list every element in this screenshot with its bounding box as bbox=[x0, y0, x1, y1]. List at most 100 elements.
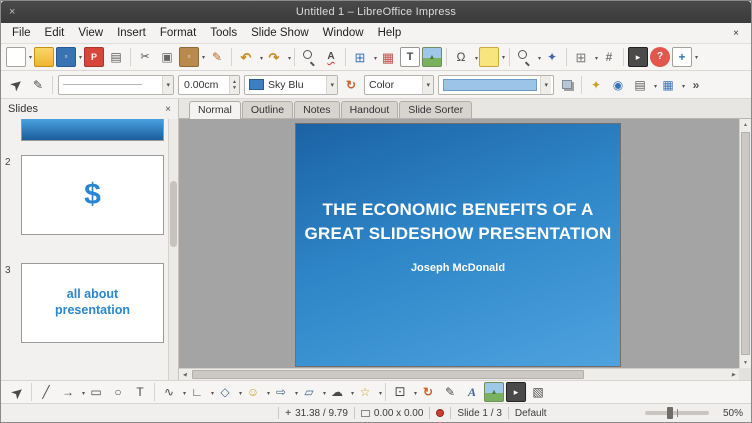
slide-thumbnail-image[interactable]: all about presentation bbox=[21, 263, 164, 343]
menu-help[interactable]: Help bbox=[371, 25, 409, 41]
save-icon[interactable]: ▫ bbox=[56, 47, 82, 67]
stars-icon[interactable]: ☆ bbox=[355, 382, 382, 402]
chart-icon[interactable]: ▦ bbox=[378, 47, 398, 67]
line-icon[interactable]: ╱ bbox=[36, 382, 56, 402]
horizontal-scrollbar[interactable] bbox=[179, 368, 739, 380]
scroll-up-icon[interactable] bbox=[740, 119, 751, 130]
slides-panel-close-icon[interactable]: × bbox=[165, 104, 171, 115]
document-close-icon[interactable]: × bbox=[725, 28, 747, 39]
table-icon[interactable]: ⊞ bbox=[350, 47, 377, 67]
line-style-select[interactable] bbox=[58, 74, 174, 95]
slide-thumbnail-image[interactable] bbox=[21, 119, 164, 141]
animation-effects-icon[interactable]: ✦ bbox=[586, 75, 606, 95]
arrow-icon[interactable]: → bbox=[58, 382, 85, 402]
callouts-icon[interactable]: ☁ bbox=[327, 382, 354, 402]
select-icon[interactable]: ➤ bbox=[7, 382, 27, 402]
slide-style[interactable]: Default bbox=[509, 408, 553, 419]
slide-subtitle[interactable]: Joseph McDonald bbox=[411, 262, 505, 274]
scroll-left-icon[interactable] bbox=[179, 369, 190, 380]
select2-icon[interactable]: ➤ bbox=[6, 75, 26, 95]
open-folder-icon[interactable] bbox=[34, 47, 54, 67]
clone-formatting-icon[interactable]: ✎ bbox=[207, 47, 227, 67]
object-size[interactable]: 0.00 x 0.00 bbox=[355, 408, 429, 419]
interaction-icon[interactable]: ◉ bbox=[608, 75, 628, 95]
find-replace-icon[interactable] bbox=[299, 47, 319, 67]
rectangle-icon[interactable]: ▭ bbox=[86, 382, 106, 402]
connector-icon[interactable]: ∟ bbox=[187, 382, 214, 402]
redo-icon[interactable]: ↷ bbox=[264, 47, 291, 67]
block-arrows-icon[interactable]: ⇨ bbox=[271, 382, 298, 402]
scrollbar-thumb[interactable] bbox=[741, 132, 750, 355]
menu-window[interactable]: Window bbox=[316, 25, 371, 41]
rotate2-icon[interactable]: ↻ bbox=[418, 382, 438, 402]
menu-view[interactable]: View bbox=[71, 25, 110, 41]
flowchart-icon[interactable]: ▱ bbox=[299, 382, 326, 402]
tab-normal[interactable]: Normal bbox=[189, 101, 241, 119]
area-style-select[interactable]: Color bbox=[364, 74, 434, 95]
menu-format[interactable]: Format bbox=[153, 25, 203, 41]
scrollbar-thumb[interactable] bbox=[170, 181, 177, 247]
spelling-icon[interactable]: A bbox=[321, 47, 341, 67]
slide-thumbnail-3[interactable]: 3 all about presentation bbox=[5, 263, 164, 343]
fontwork-icon[interactable]: A bbox=[462, 382, 482, 402]
edit-points2-icon[interactable]: ✎ bbox=[28, 75, 48, 95]
rotate-icon[interactable]: ↻ bbox=[341, 75, 361, 95]
text-icon[interactable]: T bbox=[130, 382, 150, 402]
line-color-select[interactable]: Sky Blu bbox=[244, 74, 338, 95]
paste-icon[interactable]: ▫ bbox=[179, 47, 205, 67]
slide-thumbnail-1[interactable] bbox=[5, 119, 164, 141]
slide-thumbnail-image[interactable]: $ bbox=[21, 155, 164, 235]
tab-handout[interactable]: Handout bbox=[340, 101, 399, 118]
basic-shapes-icon[interactable]: ◇ bbox=[215, 382, 242, 402]
insert-media-icon[interactable]: ▸ bbox=[506, 382, 526, 402]
insert-image2-icon[interactable]: ▲ bbox=[484, 382, 504, 402]
scrollbar-thumb[interactable] bbox=[192, 370, 584, 379]
window-close-icon[interactable]: × bbox=[9, 1, 15, 23]
slide-counter[interactable]: Slide 1 / 3 bbox=[451, 408, 507, 419]
insert-comment-icon[interactable] bbox=[479, 47, 505, 67]
slide-thumbnail-2[interactable]: 2 $ bbox=[5, 155, 164, 235]
slide-canvas[interactable]: THE ECONOMIC BENEFITS OF A GREAT SLIDESH… bbox=[295, 123, 621, 367]
slide-title[interactable]: THE ECONOMIC BENEFITS OF A bbox=[323, 198, 594, 222]
scroll-right-icon[interactable] bbox=[728, 369, 739, 380]
zoom-slider[interactable] bbox=[645, 407, 709, 419]
tab-slide-sorter[interactable]: Slide Sorter bbox=[399, 101, 473, 118]
cut-icon[interactable]: ✂ bbox=[135, 47, 155, 67]
dropdown-icon[interactable] bbox=[540, 75, 551, 94]
snap-lines-icon[interactable]: # bbox=[599, 47, 619, 67]
display-views-icon[interactable]: ▦ bbox=[658, 75, 685, 95]
menu-insert[interactable]: Insert bbox=[110, 25, 153, 41]
vertical-scrollbar[interactable] bbox=[739, 119, 751, 368]
3d-objects-icon[interactable]: ⚀ bbox=[390, 382, 417, 402]
undo-icon[interactable]: ↶ bbox=[236, 47, 263, 67]
spinner-arrows-icon[interactable] bbox=[229, 75, 239, 94]
curve-icon[interactable]: ∿ bbox=[159, 382, 186, 402]
dropdown-icon[interactable] bbox=[326, 75, 337, 94]
master-slide-icon[interactable]: ▤ bbox=[630, 75, 657, 95]
toolbar-more-icon[interactable]: » bbox=[686, 75, 706, 95]
zoom-level[interactable]: 50% bbox=[715, 408, 743, 419]
unsaved-changes-indicator[interactable] bbox=[430, 409, 450, 417]
symbol-shapes-icon[interactable]: ☺ bbox=[243, 382, 270, 402]
start-slideshow-icon[interactable]: ▸ bbox=[628, 47, 648, 67]
new-slide-icon[interactable]: + bbox=[672, 47, 698, 67]
tab-outline[interactable]: Outline bbox=[241, 101, 294, 118]
copy-icon[interactable]: ▣ bbox=[157, 47, 177, 67]
slide-title[interactable]: GREAT SLIDESHOW PRESENTATION bbox=[305, 222, 612, 246]
export-pdf-icon[interactable]: P bbox=[84, 47, 104, 67]
display-grid-icon[interactable]: ⊞ bbox=[571, 47, 598, 67]
shadow-icon[interactable] bbox=[557, 75, 577, 95]
dropdown-icon[interactable] bbox=[422, 75, 433, 94]
cursor-position[interactable]: 31.38 / 9.79 bbox=[279, 408, 354, 419]
edit-points-icon[interactable]: ✎ bbox=[440, 382, 460, 402]
insert-image-icon[interactable]: ▲ bbox=[422, 47, 442, 67]
print-icon[interactable]: ▤ bbox=[106, 47, 126, 67]
special-character-icon[interactable]: Ω bbox=[451, 47, 479, 67]
line-width-spinner[interactable]: 0.00cm bbox=[178, 74, 240, 95]
extrusion-icon[interactable]: ▧ bbox=[528, 382, 548, 402]
tab-notes[interactable]: Notes bbox=[294, 101, 340, 118]
menu-tools[interactable]: Tools bbox=[203, 25, 244, 41]
zoom-icon[interactable] bbox=[514, 47, 541, 67]
menu-slide-show[interactable]: Slide Show bbox=[244, 25, 316, 41]
navigator-icon[interactable]: ✦ bbox=[542, 47, 562, 67]
